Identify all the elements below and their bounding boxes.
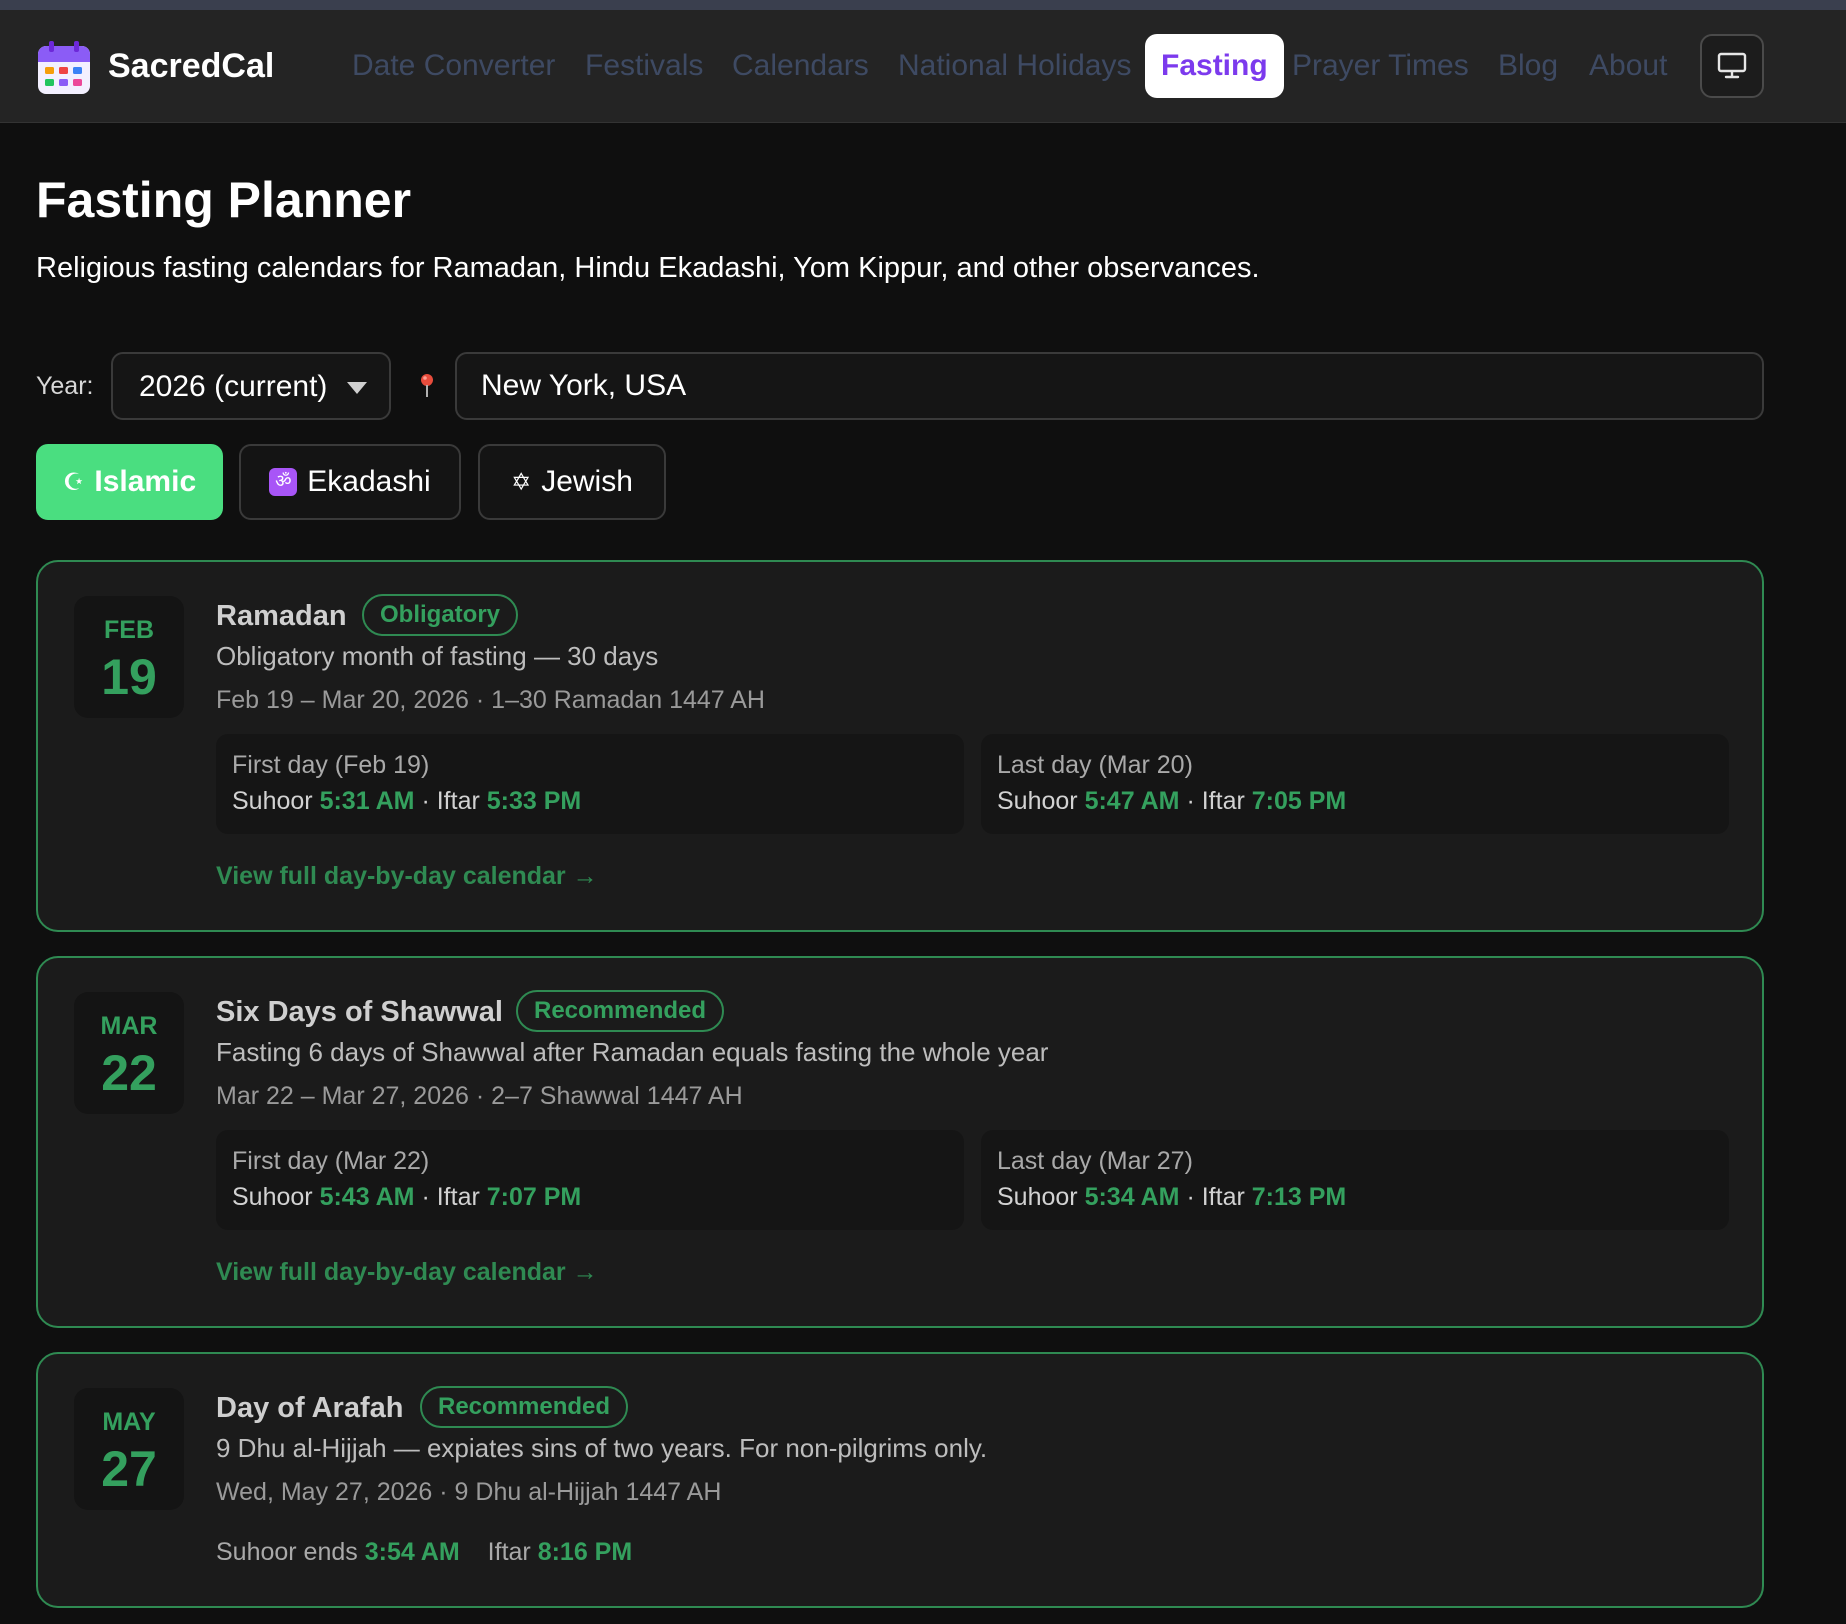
iftar-time: 8:16 PM [537,1538,633,1566]
fasting-card-ramadan: FEB 19 Ramadan Obligatory Obligatory mon… [36,560,1764,932]
date-month: FEB [104,616,154,644]
date-tile: FEB 19 [74,596,184,718]
event-date-range: Feb 19 – Mar 20, 2026 · 1–30 Ramadan 144… [216,686,765,714]
brand-name[interactable]: SacredCal [108,44,274,88]
nav-fasting[interactable]: Fasting [1145,34,1284,98]
location-input[interactable] [455,352,1764,420]
first-day-label: First day (Feb 19) [232,751,430,779]
display-mode-button[interactable] [1700,34,1764,98]
nav-national-holidays[interactable]: National Holidays [898,34,1131,98]
view-calendar-link[interactable]: View full day-by-day calendar → [216,858,598,894]
event-title: Day of Arafah [216,1392,404,1424]
nav-date-converter[interactable]: Date Converter [352,34,555,98]
filter-ekadashi-button[interactable]: ॐ Ekadashi [239,444,461,520]
calendar-logo-icon[interactable] [36,40,92,96]
window-top-strip [0,0,1846,10]
last-day-box: Last day (Mar 27) Suhoor 5:34 AM · Iftar… [981,1130,1729,1230]
last-day-label: Last day (Mar 20) [997,751,1193,779]
filter-islamic-label: Islamic [94,465,197,498]
first-day-times: Suhoor 5:31 AM · Iftar 5:33 PM [232,787,582,815]
iftar-time: 7:13 PM [1251,1183,1347,1211]
status-badge: Obligatory [362,594,519,636]
status-badge: Recommended [516,990,725,1032]
first-day-times: Suhoor 5:43 AM · Iftar 7:07 PM [232,1183,582,1211]
event-times: Suhoor ends 3:54 AM Iftar 8:16 PM [216,1538,633,1566]
first-day-box: First day (Mar 22) Suhoor 5:43 AM · Ifta… [216,1130,964,1230]
suhoor-time: 5:31 AM [319,787,415,815]
suhoor-time: 5:34 AM [1084,1183,1180,1211]
year-select[interactable]: 2026 (current) [111,352,391,420]
filter-islamic-button[interactable]: ☪ Islamic [36,444,223,520]
event-title: Ramadan [216,600,347,632]
filter-ekadashi-label: Ekadashi [307,465,431,498]
date-tile: MAY 27 [74,1388,184,1510]
suhoor-time: 5:47 AM [1084,787,1180,815]
date-day: 19 [101,649,157,705]
fasting-card-arafah: MAY 27 Day of Arafah Recommended 9 Dhu a… [36,1352,1764,1608]
nav-calendars[interactable]: Calendars [732,34,869,98]
star-of-david-icon: ✡ [511,468,532,496]
iftar-time: 7:05 PM [1251,787,1347,815]
last-day-box: Last day (Mar 20) Suhoor 5:47 AM · Iftar… [981,734,1729,834]
year-select-value: 2026 (current) [139,370,328,403]
map-pin-icon [421,374,433,397]
crescent-star-icon: ☪ [62,468,85,496]
date-month: MAR [100,1012,158,1040]
top-navbar: SacredCal Date Converter Festivals Calen… [0,10,1846,123]
event-date-range: Wed, May 27, 2026 · 9 Dhu al-Hijjah 1447… [216,1478,722,1506]
date-day: 22 [101,1045,157,1101]
event-description: Fasting 6 days of Shawwal after Ramadan … [216,1037,1049,1067]
nav-about[interactable]: About [1589,34,1667,98]
date-month: MAY [102,1408,156,1436]
filter-jewish-button[interactable]: ✡ Jewish [478,444,666,520]
last-day-times: Suhoor 5:34 AM · Iftar 7:13 PM [997,1183,1347,1211]
year-label: Year: [36,372,94,400]
page-title: Fasting Planner [36,172,412,228]
page-subtitle: Religious fasting calendars for Ramadan,… [36,252,1260,284]
chevron-down-icon [347,382,367,394]
suhoor-time: 5:43 AM [319,1183,415,1211]
monitor-icon [1717,52,1747,79]
first-day-label: First day (Mar 22) [232,1147,430,1175]
event-title: Six Days of Shawwal [216,996,503,1028]
filter-jewish-label: Jewish [541,465,633,498]
event-description: Obligatory month of fasting — 30 days [216,641,659,671]
suhoor-time: 3:54 AM [364,1538,460,1566]
date-tile: MAR 22 [74,992,184,1114]
event-description: 9 Dhu al-Hijjah — expiates sins of two y… [216,1433,988,1463]
last-day-label: Last day (Mar 27) [997,1147,1193,1175]
status-badge: Recommended [420,1386,629,1428]
last-day-times: Suhoor 5:47 AM · Iftar 7:05 PM [997,787,1347,815]
view-calendar-link[interactable]: View full day-by-day calendar → [216,1254,598,1290]
nav-blog[interactable]: Blog [1498,34,1558,98]
date-day: 27 [101,1441,157,1497]
first-day-box: First day (Feb 19) Suhoor 5:31 AM · Ifta… [216,734,964,834]
iftar-time: 5:33 PM [486,787,582,815]
fasting-card-shawwal: MAR 22 Six Days of Shawwal Recommended F… [36,956,1764,1328]
iftar-time: 7:07 PM [486,1183,582,1211]
event-date-range: Mar 22 – Mar 27, 2026 · 2–7 Shawwal 1447… [216,1082,743,1110]
nav-prayer-times[interactable]: Prayer Times [1292,34,1469,98]
om-icon: ॐ [269,468,298,496]
nav-festivals[interactable]: Festivals [585,34,703,98]
